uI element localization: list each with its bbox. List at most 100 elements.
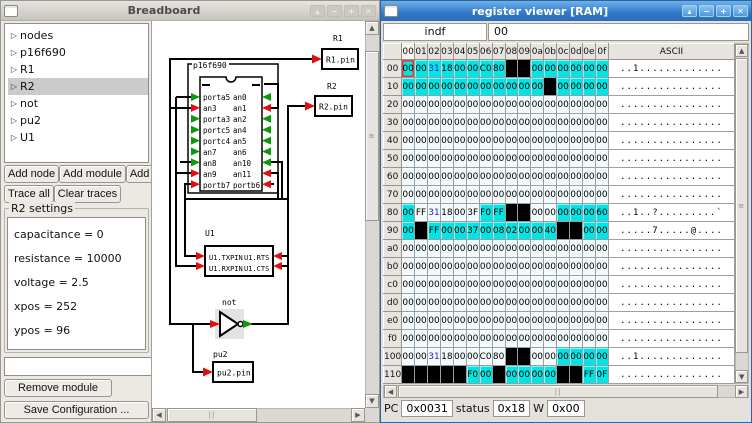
ram-cell[interactable]: 00: [428, 258, 441, 276]
ram-cell[interactable]: 00: [582, 150, 595, 168]
ram-cell[interactable]: 00: [492, 276, 505, 294]
ram-cell[interactable]: 00: [466, 348, 479, 366]
ram-cell[interactable]: 00: [415, 186, 428, 204]
ram-cell[interactable]: 00: [505, 114, 518, 132]
col-header[interactable]: 0e: [582, 44, 595, 60]
ram-cell[interactable]: 00: [518, 366, 531, 384]
minimize-button[interactable]: −: [699, 5, 714, 17]
ram-cell[interactable]: 00: [453, 114, 466, 132]
ram-cell[interactable]: 00: [570, 96, 583, 114]
breadboard-titlebar[interactable]: Breadboard ▴ − + ✕: [1, 1, 379, 21]
ram-cell[interactable]: 00: [453, 204, 466, 222]
ram-cell[interactable]: 00: [505, 330, 518, 348]
ram-cell[interactable]: 00: [492, 150, 505, 168]
col-header[interactable]: 0a: [531, 44, 544, 60]
ram-cell[interactable]: FF: [492, 204, 505, 222]
col-header[interactable]: 0c: [557, 44, 570, 60]
ram-cell[interactable]: 00: [505, 132, 518, 150]
ram-cell[interactable]: 0F: [595, 366, 608, 384]
ram-cell[interactable]: 00: [440, 258, 453, 276]
ram-cell[interactable]: 00: [531, 240, 544, 258]
ram-cell[interactable]: 00: [505, 96, 518, 114]
ram-cell[interactable]: 00: [402, 60, 415, 78]
col-header[interactable]: 02: [428, 44, 441, 60]
ram-cell[interactable]: [570, 366, 583, 384]
ram-cell[interactable]: 00: [595, 150, 608, 168]
ram-cell[interactable]: 00: [570, 276, 583, 294]
ram-cell[interactable]: 00: [402, 186, 415, 204]
ram-cell[interactable]: 3F: [466, 204, 479, 222]
ram-cell[interactable]: 00: [415, 348, 428, 366]
ram-cell[interactable]: 00: [595, 186, 608, 204]
ram-cell[interactable]: 00: [505, 294, 518, 312]
ram-cell[interactable]: 00: [402, 78, 415, 96]
expander-icon[interactable]: ▷: [8, 31, 20, 40]
ram-cell[interactable]: 00: [415, 96, 428, 114]
ram-cell[interactable]: 00: [440, 78, 453, 96]
register-name-field[interactable]: indf: [383, 23, 487, 41]
scrollbar-thumb[interactable]: ||: [398, 385, 718, 398]
ram-cell[interactable]: 60: [595, 204, 608, 222]
ram-cell[interactable]: 00: [466, 294, 479, 312]
ram-cell[interactable]: 00: [595, 78, 608, 96]
scrollbar-thumb[interactable]: ≡: [735, 58, 748, 353]
scroll-up-icon[interactable]: ▲: [365, 21, 379, 35]
ram-cell[interactable]: 31: [428, 60, 441, 78]
minimize-button[interactable]: −: [327, 5, 342, 17]
ram-cell[interactable]: [492, 366, 505, 384]
ram-cell[interactable]: 00: [582, 78, 595, 96]
ram-cell[interactable]: 00: [570, 132, 583, 150]
property-line[interactable]: ypos = 96: [14, 319, 145, 343]
ram-cell[interactable]: 00: [453, 132, 466, 150]
ram-cell[interactable]: [518, 204, 531, 222]
ram-cell[interactable]: 00: [402, 276, 415, 294]
ram-cell[interactable]: C0: [479, 348, 492, 366]
ram-cell[interactable]: 00: [570, 186, 583, 204]
ram-cell[interactable]: 00: [415, 276, 428, 294]
add-module-button[interactable]: Add module: [59, 165, 126, 183]
ram-cell[interactable]: 00: [570, 204, 583, 222]
ram-cell[interactable]: 00: [582, 258, 595, 276]
ram-cell[interactable]: 00: [518, 78, 531, 96]
register-value-field[interactable]: 00: [488, 23, 749, 41]
ram-cell[interactable]: 00: [557, 258, 570, 276]
ram-cell[interactable]: 00: [428, 114, 441, 132]
ram-cell[interactable]: 00: [505, 258, 518, 276]
ram-cell[interactable]: 00: [492, 114, 505, 132]
ram-cell[interactable]: 00: [453, 312, 466, 330]
ram-cell[interactable]: 00: [453, 168, 466, 186]
ram-cell[interactable]: [415, 222, 428, 240]
ram-cell[interactable]: [544, 78, 557, 96]
tree-item-not[interactable]: ▷not: [8, 95, 148, 112]
ram-cell[interactable]: 00: [415, 240, 428, 258]
ram-cell[interactable]: 00: [428, 186, 441, 204]
ram-cell[interactable]: 00: [570, 312, 583, 330]
ram-cell[interactable]: 18: [440, 60, 453, 78]
tree-item-R2[interactable]: ▷R2: [8, 78, 148, 95]
row-header[interactable]: 40: [384, 132, 402, 150]
ram-cell[interactable]: 00: [453, 78, 466, 96]
ram-cell[interactable]: 00: [428, 276, 441, 294]
ram-cell[interactable]: 00: [466, 114, 479, 132]
ram-cell[interactable]: 00: [466, 150, 479, 168]
row-header[interactable]: 110: [384, 366, 402, 384]
ram-cell[interactable]: 00: [531, 222, 544, 240]
ram-cell[interactable]: [505, 348, 518, 366]
ram-cell[interactable]: 18: [440, 348, 453, 366]
col-header[interactable]: 0f: [595, 44, 608, 60]
ram-cell[interactable]: 00: [440, 294, 453, 312]
canvas-horizontal-scrollbar[interactable]: ◀ || ▶: [152, 408, 365, 422]
property-line[interactable]: voltage = 2.5: [14, 271, 145, 295]
col-header[interactable]: 07: [492, 44, 505, 60]
ram-cell[interactable]: 00: [557, 132, 570, 150]
ram-cell[interactable]: 00: [415, 78, 428, 96]
ram-cell[interactable]: 00: [557, 276, 570, 294]
row-header[interactable]: 60: [384, 168, 402, 186]
ram-cell[interactable]: 00: [531, 150, 544, 168]
ram-cell[interactable]: 00: [505, 168, 518, 186]
property-line[interactable]: capacitance = 0: [14, 223, 145, 247]
ram-cell[interactable]: 00: [544, 312, 557, 330]
ram-cell[interactable]: 00: [557, 204, 570, 222]
ram-cell[interactable]: 00: [415, 294, 428, 312]
ram-cell[interactable]: [557, 222, 570, 240]
